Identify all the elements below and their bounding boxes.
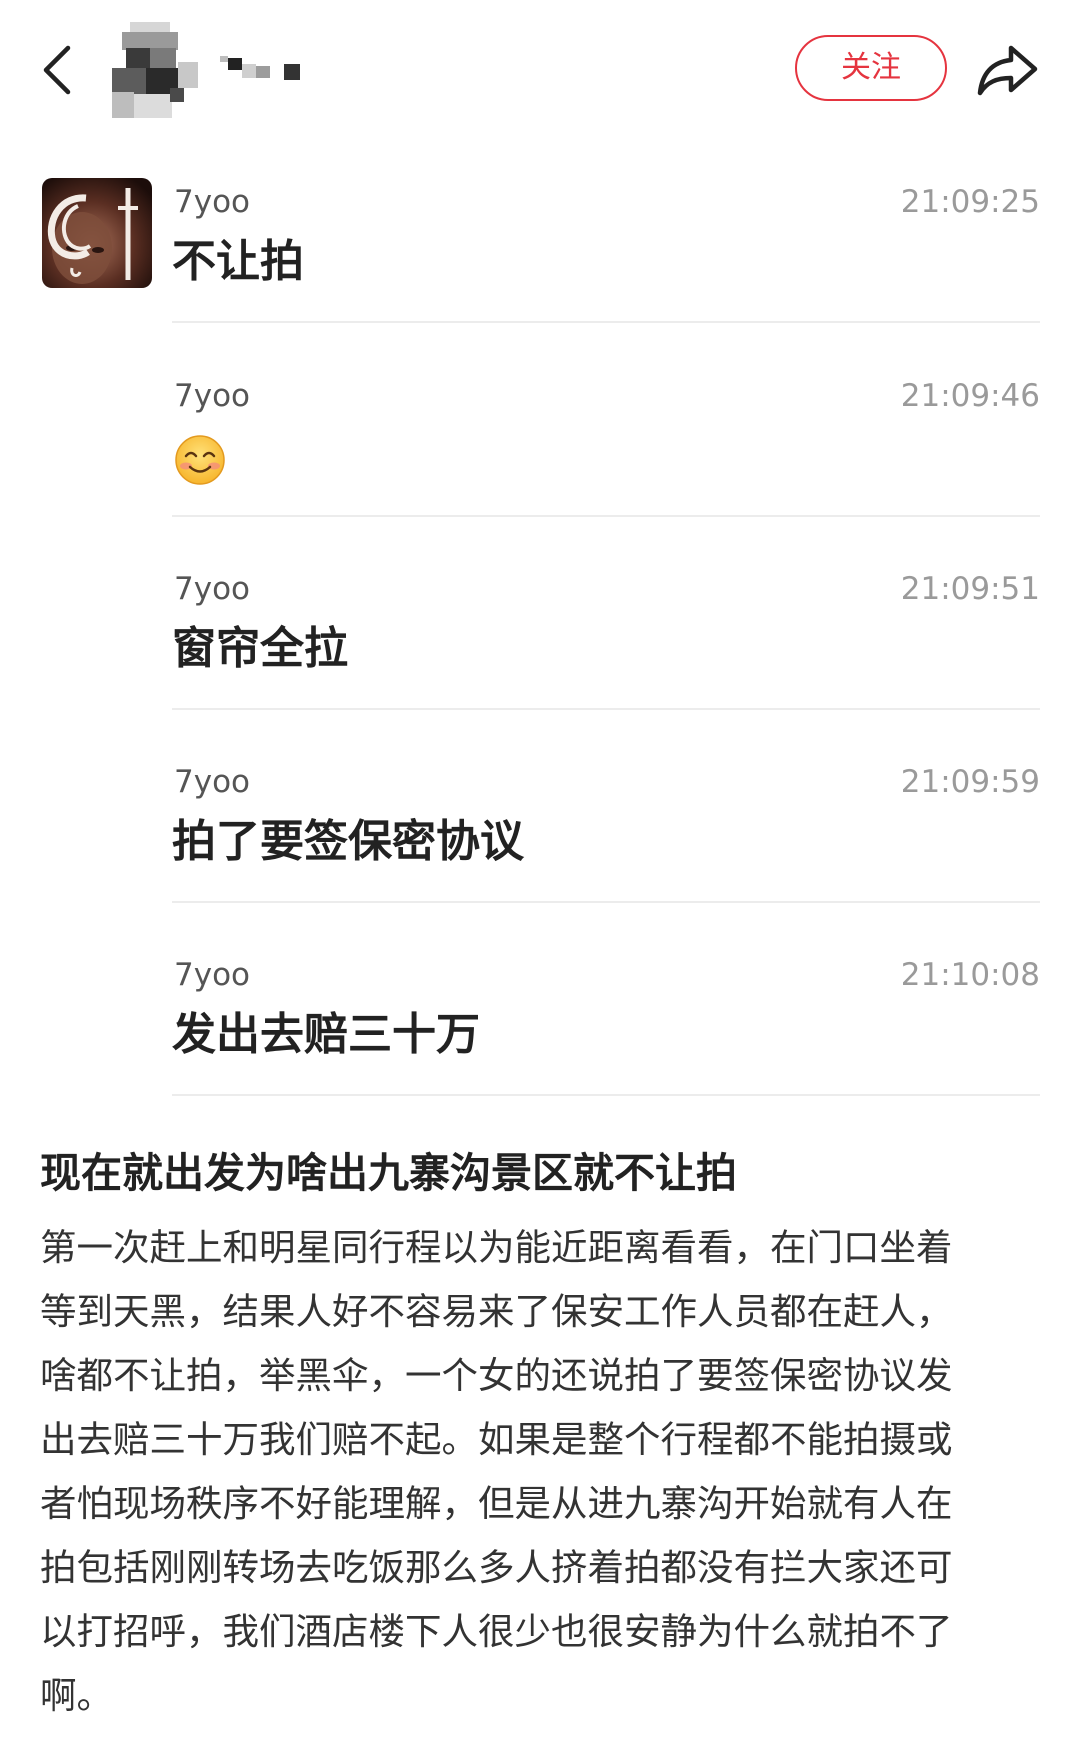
chevron-left-icon — [43, 45, 71, 95]
comment-item[interactable]: 7yoo 21:10:08 发出去赔三十万 — [172, 955, 1040, 1149]
author-avatar[interactable] — [112, 22, 212, 118]
post-body-line: 拍包括刚刚转场去吃饭那么多人挤着拍都没有拦大家还可 — [40, 1546, 953, 1589]
divider — [172, 1094, 1040, 1096]
share-arrow-icon — [977, 45, 1038, 96]
comment-author[interactable]: 7yoo — [174, 182, 250, 222]
comment-timestamp: 21:09:51 — [900, 571, 1040, 607]
comment-text: 窗帘全拉 — [172, 623, 348, 674]
comment-text: 不让拍 — [172, 236, 304, 287]
post-body-line: 等到天黑，结果人好不容易来了保安工作人员都在赶人， — [40, 1290, 953, 1333]
top-nav-bar: 关注 — [0, 0, 1080, 140]
comment-item[interactable]: 7yoo 21:09:59 拍了要签保密协议 — [172, 762, 1040, 956]
comment-timestamp: 21:09:46 — [900, 378, 1040, 414]
post-body: 第一次赶上和明星同行程以为能近距离看看，在门口坐着 等到天黑，结果人好不容易来了… — [40, 1216, 1040, 1728]
divider — [172, 321, 1040, 323]
post-body-line: 啊。 — [40, 1674, 113, 1717]
post-body-line: 以打招呼，我们酒店楼下人很少也很安静为什么就拍不了 — [40, 1610, 953, 1653]
share-button[interactable] — [975, 38, 1041, 100]
comment-text: 发出去赔三十万 — [172, 1009, 480, 1060]
divider — [172, 901, 1040, 903]
post-body-line: 者怕现场秩序不好能理解，但是从进九寨沟开始就有人在 — [40, 1482, 953, 1525]
comment-item[interactable]: 7yoo 21:09:51 窗帘全拉 — [172, 569, 1040, 763]
comment-author[interactable]: 7yoo — [174, 762, 250, 802]
follow-button[interactable]: 关注 — [795, 35, 947, 101]
divider — [172, 515, 1040, 517]
commenter-avatar[interactable] — [42, 178, 152, 288]
back-button[interactable] — [30, 30, 90, 110]
comment-author[interactable]: 7yoo — [174, 376, 250, 416]
smiling-face-emoji-icon — [175, 435, 225, 485]
post-body-line: 出去赔三十万我们赔不起。如果是整个行程都不能拍摄或 — [40, 1418, 953, 1461]
author-name[interactable] — [220, 56, 310, 86]
post-body-line: 啥都不让拍，举黑伞，一个女的还说拍了要签保密协议发 — [40, 1354, 953, 1397]
comment-timestamp: 21:09:59 — [900, 764, 1040, 800]
comment-timestamp: 21:10:08 — [900, 957, 1040, 993]
post-body-line: 第一次赶上和明星同行程以为能近距离看看，在门口坐着 — [40, 1226, 953, 1269]
comment-text: 拍了要签保密协议 — [172, 816, 524, 867]
divider — [172, 708, 1040, 710]
comment-author[interactable]: 7yoo — [174, 569, 250, 609]
comment-author[interactable]: 7yoo — [174, 955, 250, 995]
comment-item[interactable]: 7yoo 21:09:25 不让拍 — [172, 182, 1040, 376]
post-title: 现在就出发为啥出九寨沟景区就不让拍 — [40, 1149, 737, 1197]
comment-item[interactable]: 7yoo 21:09:46 — [172, 376, 1040, 570]
comment-timestamp: 21:09:25 — [900, 184, 1040, 220]
